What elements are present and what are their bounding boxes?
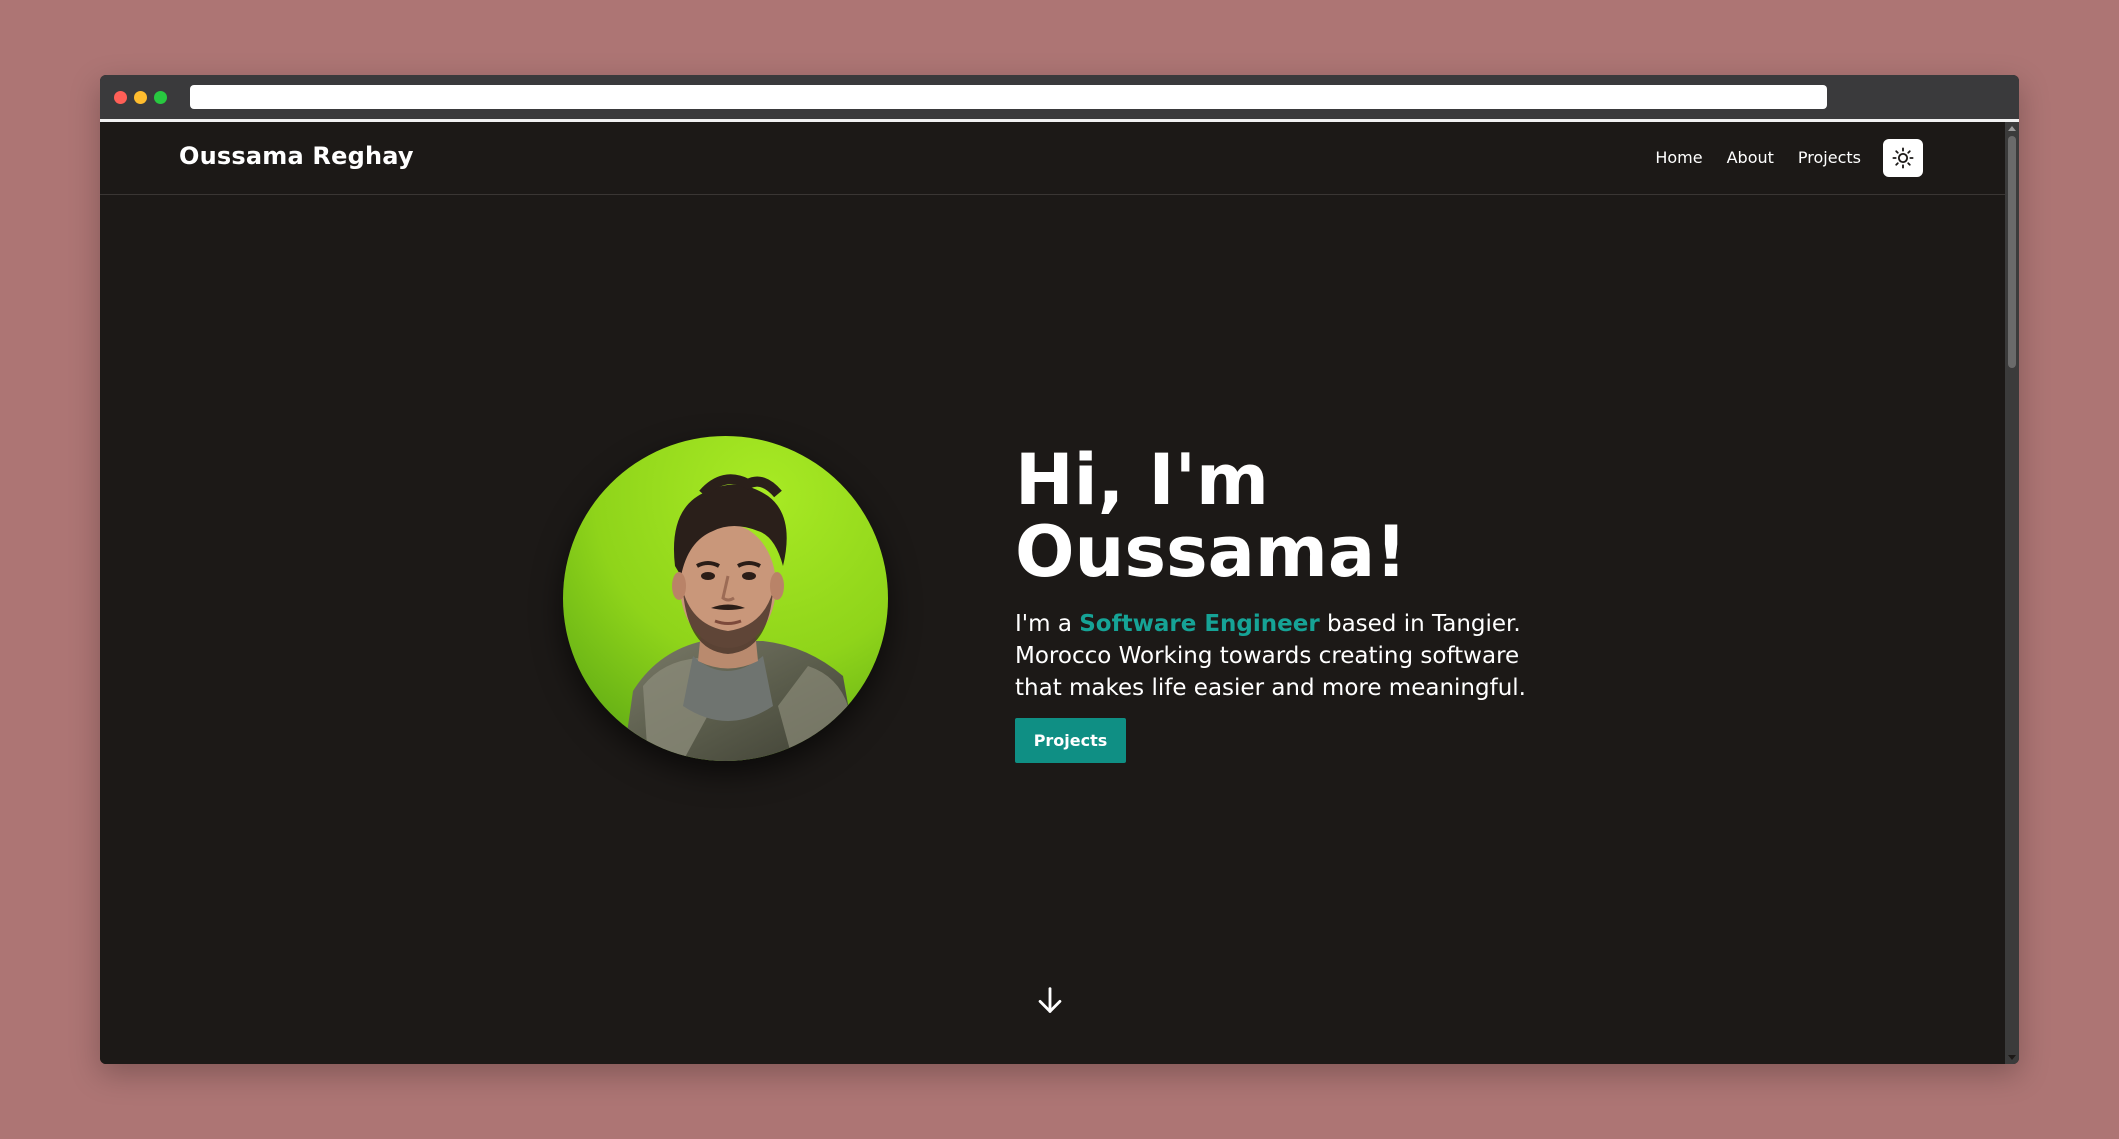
projects-button[interactable]: Projects [1015, 718, 1126, 763]
profile-photo [563, 436, 888, 761]
hero-title: Hi, I'm Oussama! [1015, 444, 1535, 588]
hero-subtitle: I'm a Software Engineer based in Tangier… [1015, 608, 1535, 704]
nav-link-about[interactable]: About [1727, 148, 1774, 167]
hero-role-highlight: Software Engineer [1079, 611, 1320, 637]
address-bar[interactable] [190, 85, 1827, 109]
nav-link-projects[interactable]: Projects [1798, 148, 1861, 167]
hero-title-line1: Hi, I'm [1015, 439, 1269, 521]
hero-title-line2: Oussama! [1015, 511, 1408, 593]
theme-toggle-button[interactable] [1883, 139, 1923, 177]
site-brand[interactable]: Oussama Reghay [179, 142, 414, 170]
scroll-up-arrow-icon[interactable] [2008, 126, 2016, 131]
nav-links: Home About Projects [1655, 148, 1861, 167]
hero-subtitle-prefix: I'm a [1015, 611, 1080, 637]
scroll-down-arrow-icon[interactable] [2008, 1055, 2016, 1060]
minimize-window-button[interactable] [134, 91, 147, 104]
maximize-window-button[interactable] [154, 91, 167, 104]
arrow-down-icon [1038, 987, 1062, 1013]
nav-link-home[interactable]: Home [1655, 148, 1702, 167]
scroll-down-button[interactable] [1033, 983, 1067, 1017]
close-window-button[interactable] [114, 91, 127, 104]
web-page: Oussama Reghay Home About Projects Hi, I… [100, 122, 2005, 1064]
page-scrollbar[interactable] [2005, 122, 2019, 1064]
browser-window: Oussama Reghay Home About Projects Hi, I… [100, 75, 2019, 1064]
navbar: Oussama Reghay Home About Projects [100, 122, 2005, 195]
browser-chrome [100, 75, 2019, 119]
scrollbar-thumb[interactable] [2008, 136, 2016, 368]
sun-icon [1892, 147, 1914, 169]
